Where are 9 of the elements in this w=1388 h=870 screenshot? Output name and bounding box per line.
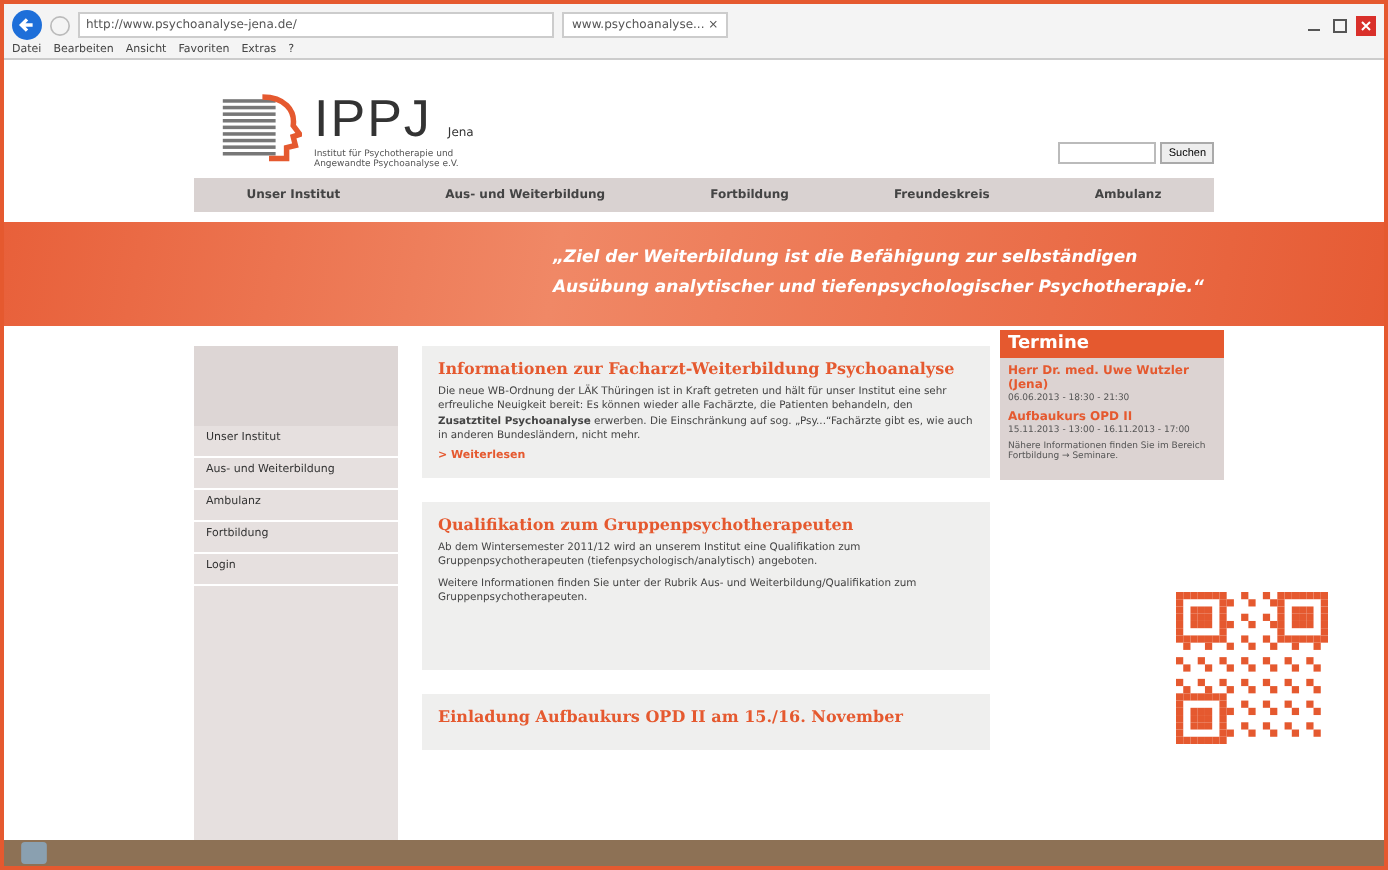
banner-quote: „Ziel der Weiterbildung ist die Befähigung zur selbständigen [552, 246, 1140, 272]
qr-code-icon [1176, 592, 1328, 744]
banner-quote: Ausübung analytischer und tiefenpsychologischer Psychotherapie.“ [552, 276, 1204, 302]
search-field[interactable] [1058, 142, 1157, 164]
events-heading: Termine [1000, 330, 1224, 358]
back-icon[interactable] [12, 10, 42, 40]
close-icon[interactable] [1356, 15, 1376, 35]
restore-icon[interactable] [1330, 15, 1350, 35]
logo-text: IPPJ [314, 88, 432, 149]
